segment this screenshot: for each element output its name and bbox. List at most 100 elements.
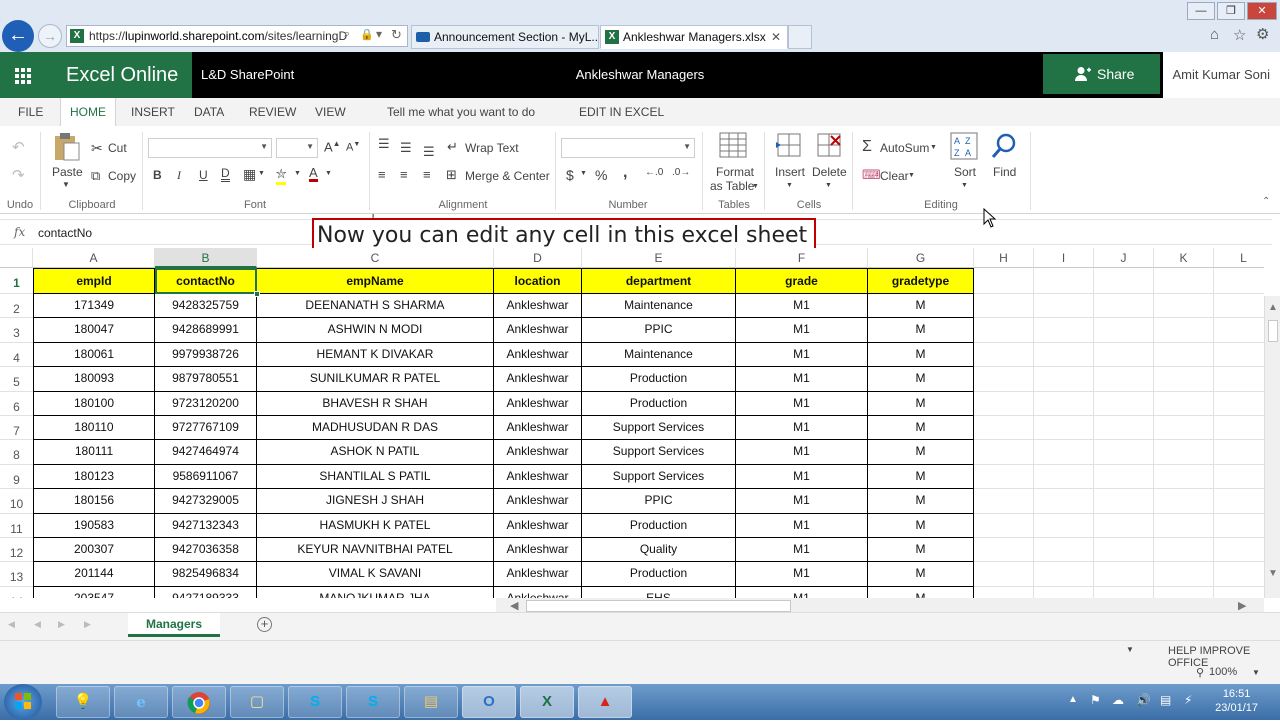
taskbar-excel-icon[interactable]: X <box>520 686 574 718</box>
column-header-b[interactable]: B <box>155 248 257 268</box>
favorites-star-icon[interactable]: ☆ <box>1233 26 1246 44</box>
wrap-text-icon[interactable]: ↵ <box>447 139 458 155</box>
table-cell[interactable]: HEMANT K DIVAKAR <box>257 342 494 368</box>
delete-cells-icon[interactable] <box>816 132 842 158</box>
settings-gear-icon[interactable]: ⚙ <box>1256 25 1269 43</box>
tab-data[interactable]: DATA <box>194 98 224 126</box>
currency-button[interactable]: $ <box>566 167 574 183</box>
scroll-thumb[interactable] <box>1268 320 1278 342</box>
search-dropdown-icon[interactable]: ⌕ <box>344 28 350 41</box>
next-sheet-icon[interactable]: ▶ <box>58 619 65 630</box>
back-arrow-icon[interactable]: ← <box>2 20 34 52</box>
column-header-f[interactable]: F <box>736 248 868 268</box>
table-cell[interactable]: 9979938726 <box>155 342 257 368</box>
underline-button[interactable]: U <box>199 168 208 182</box>
table-cell[interactable]: 200307 <box>33 538 155 563</box>
active-cell[interactable]: contactNo <box>155 268 257 294</box>
table-cell[interactable]: KEYUR NAVNITBHAI PATEL <box>257 538 494 563</box>
table-cell[interactable]: 9428325759 <box>155 294 257 319</box>
as-table-label[interactable]: as Table <box>710 179 754 193</box>
table-cell[interactable]: 9427036358 <box>155 538 257 563</box>
column-header-g[interactable]: G <box>868 248 974 268</box>
scissors-icon[interactable]: ✂ <box>91 140 103 157</box>
table-cell[interactable]: M1 <box>736 513 868 538</box>
taskbar-acrobat-icon[interactable]: ▲ <box>578 686 632 718</box>
table-cell[interactable]: 203547 <box>33 586 155 598</box>
number-format-combo[interactable]: ▼ <box>561 138 695 158</box>
table-cell[interactable]: Ankleshwar <box>494 416 582 441</box>
minimize-icon[interactable]: — <box>1187 2 1215 20</box>
table-cell[interactable]: Ankleshwar <box>494 464 582 490</box>
table-cell[interactable]: JIGNESH J SHAH <box>257 489 494 514</box>
font-size-combo[interactable]: ▼ <box>276 138 318 158</box>
table-cell[interactable]: Production <box>582 513 736 538</box>
table-cell[interactable]: M <box>868 294 974 319</box>
align-bottom-icon[interactable]: ☰ <box>423 144 435 160</box>
table-cell[interactable]: 9427329005 <box>155 489 257 514</box>
table-cell[interactable]: M1 <box>736 440 868 465</box>
table-cell[interactable]: M <box>868 513 974 538</box>
table-cell[interactable]: 180100 <box>33 391 155 416</box>
prev-sheet-icon[interactable]: ◀ <box>34 619 41 630</box>
table-cell[interactable]: 171349 <box>33 294 155 319</box>
insert-cells-icon[interactable] <box>776 132 802 158</box>
table-cell[interactable]: ASHOK N PATIL <box>257 440 494 465</box>
table-cell[interactable]: M1 <box>736 586 868 598</box>
table-cell[interactable]: 180061 <box>33 342 155 368</box>
percent-button[interactable]: % <box>595 167 607 183</box>
taskbar-skype-icon[interactable]: S <box>346 686 400 718</box>
cut-button[interactable]: Cut <box>108 141 127 155</box>
table-cell[interactable]: M <box>868 538 974 563</box>
wrap-text-button[interactable]: Wrap Text <box>465 141 519 155</box>
table-cell[interactable]: MADHUSUDAN R DAS <box>257 416 494 441</box>
table-cell[interactable]: SHANTILAL S PATIL <box>257 464 494 490</box>
table-cell[interactable]: Ankleshwar <box>494 367 582 392</box>
vertical-scrollbar[interactable]: ▲ ▼ <box>1264 296 1280 598</box>
column-header-l[interactable]: L <box>1214 248 1264 268</box>
sort-button[interactable]: Sort <box>954 165 976 179</box>
delete-button[interactable]: Delete <box>812 165 847 179</box>
tab-home[interactable]: HOME <box>60 98 116 126</box>
row-header[interactable]: 6 <box>0 392 33 416</box>
table-cell[interactable]: 9427189333 <box>155 586 257 598</box>
chevron-down-icon[interactable]: ▼ <box>908 172 915 179</box>
format-label[interactable]: Format <box>716 165 754 179</box>
function-icon[interactable]: fx <box>14 225 25 239</box>
table-cell[interactable]: M <box>868 416 974 441</box>
sigma-icon[interactable]: Σ <box>862 138 872 156</box>
table-cell[interactable]: Support Services <box>582 416 736 441</box>
table-cell[interactable]: PPIC <box>582 318 736 343</box>
row-header[interactable]: 7 <box>0 416 33 441</box>
zoom-level[interactable]: 100% <box>1209 666 1237 678</box>
table-cell[interactable]: M <box>868 489 974 514</box>
tray-cloud-icon[interactable]: ☁ <box>1112 693 1124 707</box>
table-cell[interactable]: Support Services <box>582 440 736 465</box>
row-header[interactable]: 5 <box>0 367 33 392</box>
table-cell[interactable]: Production <box>582 367 736 392</box>
header-cell[interactable]: gradetype <box>868 268 974 294</box>
table-cell[interactable]: SUNILKUMAR R PATEL <box>257 367 494 392</box>
shrink-font-icon[interactable]: A▼ <box>346 141 360 154</box>
share-button[interactable]: Share <box>1043 54 1160 94</box>
start-button[interactable] <box>4 684 42 720</box>
table-cell[interactable]: Support Services <box>582 464 736 490</box>
table-cell[interactable]: M1 <box>736 416 868 441</box>
address-bar[interactable]: X https://lupinworld.sharepoint.com/site… <box>66 25 408 47</box>
table-cell[interactable]: 201144 <box>33 562 155 587</box>
eraser-icon[interactable]: ⌨ <box>862 167 881 183</box>
taskbar-chrome-icon[interactable] <box>172 686 226 718</box>
taskbar-bulb-app-icon[interactable]: 💡 <box>56 686 110 718</box>
taskbar-skype-business-icon[interactable]: S <box>288 686 342 718</box>
table-cell[interactable]: 9428689991 <box>155 318 257 343</box>
row-header[interactable]: 9 <box>0 465 33 490</box>
table-cell[interactable]: BHAVESH R SHAH <box>257 391 494 416</box>
double-underline-button[interactable]: D <box>221 167 230 182</box>
new-tab-button[interactable] <box>788 25 812 49</box>
table-cell[interactable]: M <box>868 562 974 587</box>
table-cell[interactable]: M <box>868 586 974 598</box>
table-cell[interactable]: 180110 <box>33 416 155 441</box>
tab-file[interactable]: FILE <box>18 98 43 126</box>
insert-button[interactable]: Insert <box>775 165 805 179</box>
align-right-icon[interactable]: ≡ <box>423 167 431 182</box>
row-header[interactable]: 12 <box>0 538 33 563</box>
